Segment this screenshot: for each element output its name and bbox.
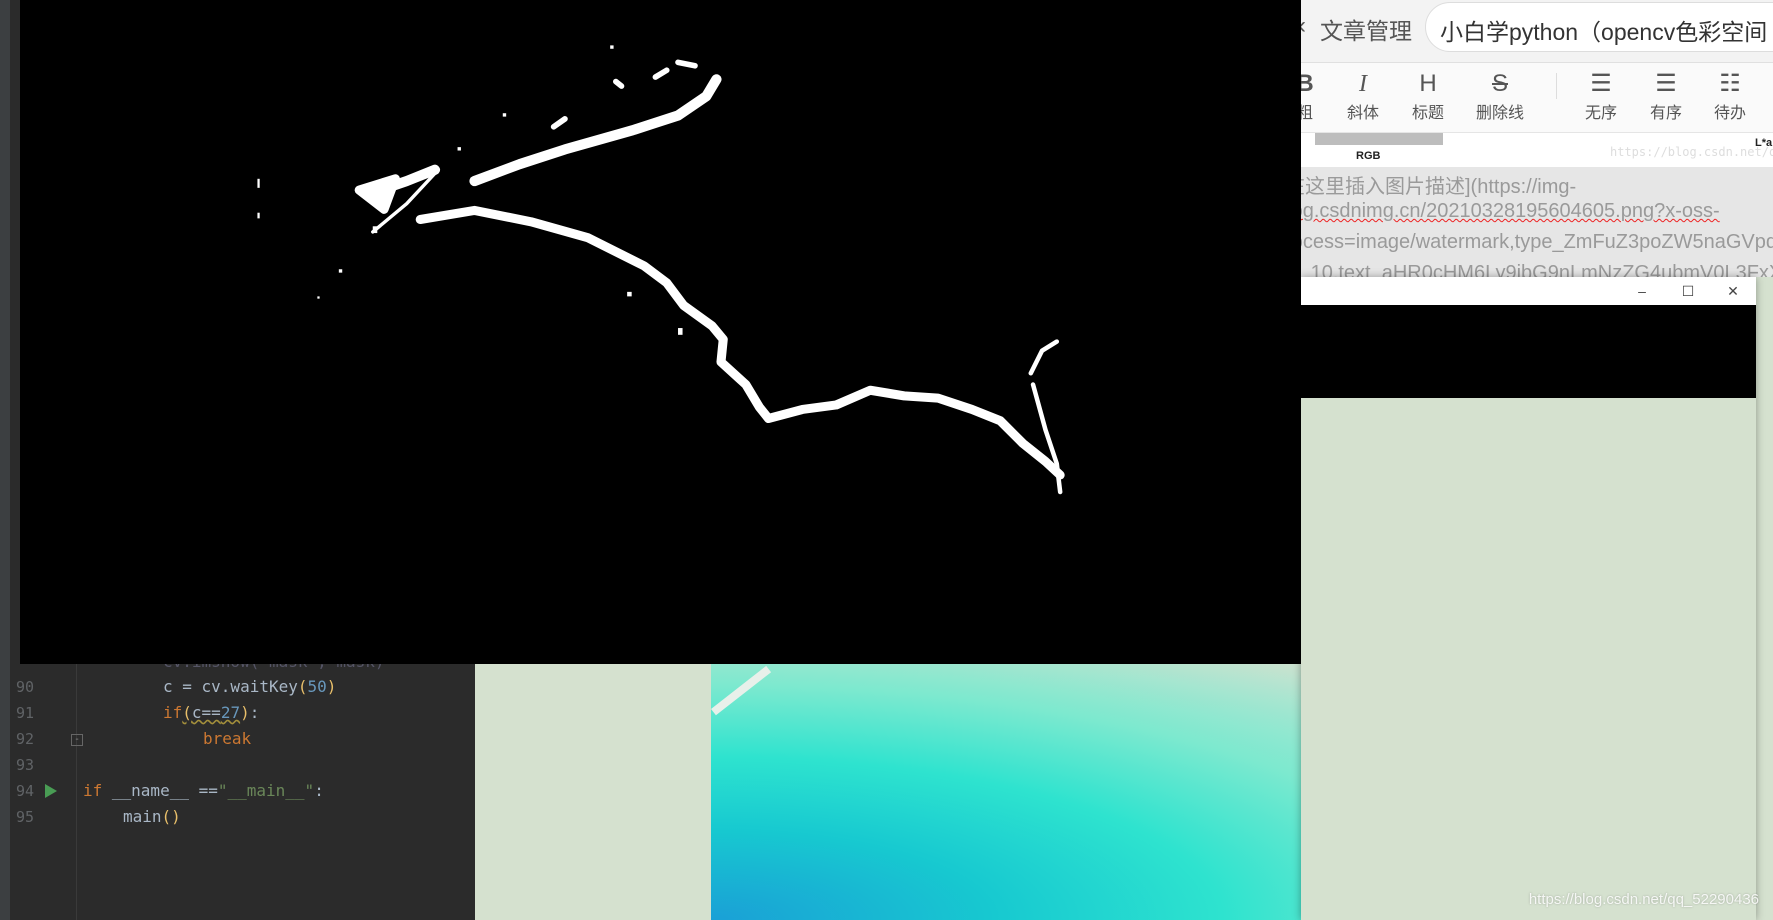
todo-list-button[interactable]: ☷ 待办 <box>1700 69 1760 123</box>
mask-stroke-blob <box>354 174 400 214</box>
ordered-list-button[interactable]: ☰ 有序 <box>1636 69 1696 123</box>
code-line-90: c = cv.waitKey(50) <box>163 677 337 696</box>
editor-text-line[interactable]: process=image/watermark,type_ZmFuZ3poZW5… <box>1290 231 1773 254</box>
line-number: 94 <box>15 782 34 800</box>
window-image-top <box>1301 305 1756 398</box>
line-number: 90 <box>15 678 34 696</box>
line-number: 95 <box>15 808 34 826</box>
mask-image <box>257 45 1065 495</box>
heading-icon: H <box>1419 70 1437 97</box>
maximize-button[interactable]: ☐ <box>1665 277 1711 305</box>
mask-stroke-tail <box>1028 339 1063 495</box>
rgb-label: RGB <box>1356 150 1381 162</box>
mask-stroke-upper <box>362 74 722 200</box>
window-titlebar[interactable]: – ☐ ✕ <box>1301 277 1756 305</box>
editor-text-line[interactable]: w_10,text_aHR0cHM6Ly9ibG9nLmNzZG4ubmV0L3… <box>1290 262 1773 277</box>
toolbar-divider <box>1556 73 1557 99</box>
list-ordered-icon: ☰ <box>1655 70 1677 97</box>
code-line-92: break <box>203 729 252 748</box>
csdn-editor: ‹ 文章管理 小白学python（opencv色彩空间 B粗 I 斜体 H 标题 S… <box>1290 0 1773 277</box>
italic-button[interactable]: I 斜体 <box>1333 69 1393 123</box>
list-todo-icon: ☷ <box>1719 70 1741 97</box>
code-line-95: main() <box>123 807 181 826</box>
code-line-91: if(c==27): <box>163 703 260 722</box>
mask-window <box>20 0 1301 664</box>
title-input[interactable]: 小白学python（opencv色彩空间 <box>1425 2 1773 52</box>
tool-strip <box>0 0 10 920</box>
strikethrough-button[interactable]: S 删除线 <box>1470 69 1530 123</box>
unordered-list-button[interactable]: ☰ 无序 <box>1571 69 1631 123</box>
opencv-window: – ☐ ✕ <box>1301 277 1756 920</box>
watermark: https://blog.csdn.net/qq_52290436 <box>1528 891 1759 908</box>
preview-strip: RGB L*a https://blog.csdn.net/qq <box>1290 133 1773 167</box>
editor-text-line[interactable]: 在这里插入图片描述](https://img- <box>1290 170 1576 199</box>
minimize-button[interactable]: – <box>1619 277 1665 305</box>
italic-icon: I <box>1359 71 1367 97</box>
fold-icon[interactable]: - <box>71 734 83 746</box>
heading-button[interactable]: H 标题 <box>1398 69 1458 123</box>
close-button[interactable]: ✕ <box>1710 277 1756 305</box>
line-number: 93 <box>15 756 34 774</box>
mask-specks <box>257 45 683 335</box>
line-number: 92 <box>15 730 34 748</box>
format-toolbar: B粗 I 斜体 H 标题 S 删除线 ☰ 无序 ☰ 有序 ☷ 待办 <box>1290 63 1773 133</box>
faint-watermark: https://blog.csdn.net/qq <box>1610 145 1773 159</box>
list-bullet-icon: ☰ <box>1590 70 1612 97</box>
image-edge-stroke <box>711 665 772 716</box>
article-manage-link[interactable]: 文章管理 <box>1320 12 1412 46</box>
line-number: 91 <box>15 704 34 722</box>
strikethrough-icon: S <box>1491 70 1508 97</box>
mask-stroke-main <box>415 205 1065 480</box>
run-icon[interactable] <box>45 784 57 798</box>
editor-text-line[interactable]: blog.csdnimg.cn/20210328195604605.png?x-… <box>1290 200 1720 223</box>
code-line-94: if __name__ =="__main__": <box>83 781 324 800</box>
editor-header: ‹ 文章管理 小白学python（opencv色彩空间 <box>1290 0 1773 63</box>
preview-image <box>1315 133 1443 145</box>
